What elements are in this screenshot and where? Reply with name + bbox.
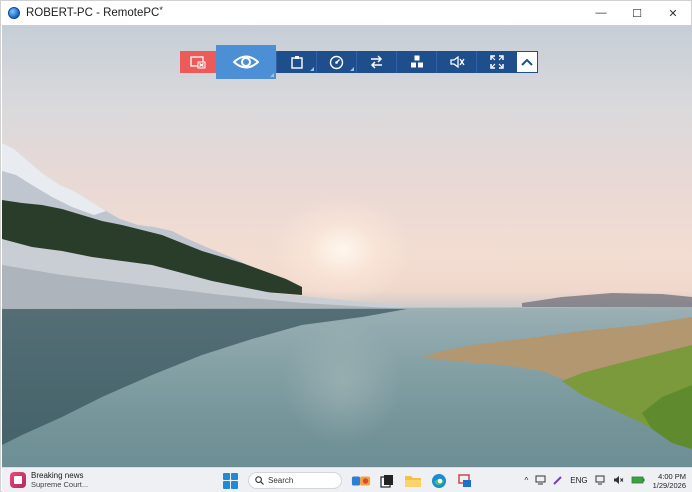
taskbar-search[interactable]: Search bbox=[248, 472, 342, 489]
transfer-button[interactable] bbox=[356, 51, 396, 73]
news-subtitle: Supreme Court... bbox=[31, 480, 89, 489]
start-tile bbox=[231, 481, 238, 489]
remotepc-app-icon bbox=[8, 7, 20, 19]
search-icon bbox=[255, 476, 264, 485]
remotepc-taskbar-button[interactable] bbox=[455, 471, 475, 491]
tray-overflow-chevron[interactable]: ^ bbox=[525, 476, 529, 485]
wallpaper-landscape bbox=[2, 143, 692, 467]
tray-device-icon[interactable] bbox=[535, 475, 546, 487]
file-explorer-icon bbox=[405, 475, 421, 487]
window-title-text: ROBERT-PC - RemotePC bbox=[26, 7, 160, 19]
minimize-button[interactable]: — bbox=[583, 1, 619, 25]
tray-network-icon[interactable] bbox=[595, 475, 606, 487]
sound-button[interactable] bbox=[436, 51, 476, 73]
start-tile bbox=[223, 481, 230, 489]
system-tray: ^ ENG 4:00 PM 1/29/2026 bbox=[518, 470, 686, 491]
clock-time: 4:00 PM bbox=[658, 471, 686, 481]
remote-desktop-view[interactable] bbox=[2, 25, 692, 467]
view-menu-indicator bbox=[270, 73, 274, 77]
start-tile bbox=[223, 472, 230, 480]
pen-icon bbox=[553, 475, 562, 485]
distant-hills bbox=[522, 293, 692, 307]
battery-icon bbox=[631, 476, 645, 483]
widgets-button[interactable] bbox=[351, 471, 371, 491]
eye-icon bbox=[233, 55, 259, 69]
performance-button[interactable] bbox=[316, 51, 356, 73]
chevron-up-icon bbox=[521, 58, 533, 66]
window-title: ROBERT-PC - RemotePC* bbox=[26, 5, 163, 19]
device-icon bbox=[535, 475, 546, 484]
language-indicator[interactable]: ENG bbox=[570, 476, 587, 485]
disconnect-button[interactable] bbox=[180, 51, 216, 73]
edge-button[interactable] bbox=[429, 471, 449, 491]
taskbar-clock[interactable]: 4:00 PM 1/29/2026 bbox=[653, 472, 686, 490]
network-icon bbox=[595, 475, 605, 484]
tray-pen-icon[interactable] bbox=[553, 475, 563, 487]
tray-volume-icon[interactable] bbox=[613, 475, 624, 487]
volume-muted-icon bbox=[613, 475, 624, 484]
clipboard-icon bbox=[290, 56, 303, 69]
clipboard-menu-indicator bbox=[310, 67, 314, 71]
window-title-suffix: * bbox=[159, 5, 163, 15]
news-title: Breaking news bbox=[31, 471, 84, 480]
remotepc-window: ROBERT-PC - RemotePC* — ☐ ✕ Breaking new… bbox=[0, 0, 692, 492]
file-explorer-button[interactable] bbox=[403, 471, 423, 491]
disconnect-icon bbox=[190, 55, 206, 68]
search-label: Search bbox=[268, 476, 294, 485]
fullscreen-button[interactable] bbox=[476, 51, 516, 73]
remote-taskbar: Breaking news Supreme Court... Search ^ … bbox=[2, 467, 692, 492]
collapse-toolbar-button[interactable] bbox=[516, 51, 538, 73]
clock-date: 1/29/2026 bbox=[652, 480, 686, 490]
transfer-arrows-icon bbox=[370, 55, 383, 69]
widgets-icon bbox=[351, 475, 371, 486]
taskbar-center: Search bbox=[222, 470, 478, 491]
start-tile bbox=[231, 472, 238, 480]
start-button[interactable] bbox=[222, 472, 240, 490]
news-widget[interactable]: Breaking news Supreme Court... bbox=[10, 471, 88, 489]
performance-menu-indicator bbox=[350, 67, 354, 71]
close-button[interactable]: ✕ bbox=[655, 1, 691, 25]
tray-battery-icon[interactable] bbox=[631, 475, 645, 487]
task-view-button[interactable] bbox=[377, 471, 397, 491]
news-icon bbox=[10, 472, 26, 488]
title-bar[interactable]: ROBERT-PC - RemotePC* — ☐ ✕ bbox=[1, 1, 691, 25]
remote-toolbar bbox=[180, 45, 538, 79]
actions-button[interactable] bbox=[396, 51, 436, 73]
speaker-muted-icon bbox=[449, 55, 465, 69]
edge-icon bbox=[432, 473, 446, 488]
view-mode-button[interactable] bbox=[216, 45, 276, 79]
remotepc-icon bbox=[458, 473, 471, 487]
window-controls: — ☐ ✕ bbox=[583, 1, 691, 25]
expand-icon bbox=[489, 55, 504, 69]
clipboard-button[interactable] bbox=[276, 51, 316, 73]
grid-icon bbox=[410, 55, 423, 68]
task-view-icon bbox=[380, 474, 393, 488]
gauge-icon bbox=[329, 55, 344, 69]
maximize-button[interactable]: ☐ bbox=[619, 1, 655, 25]
